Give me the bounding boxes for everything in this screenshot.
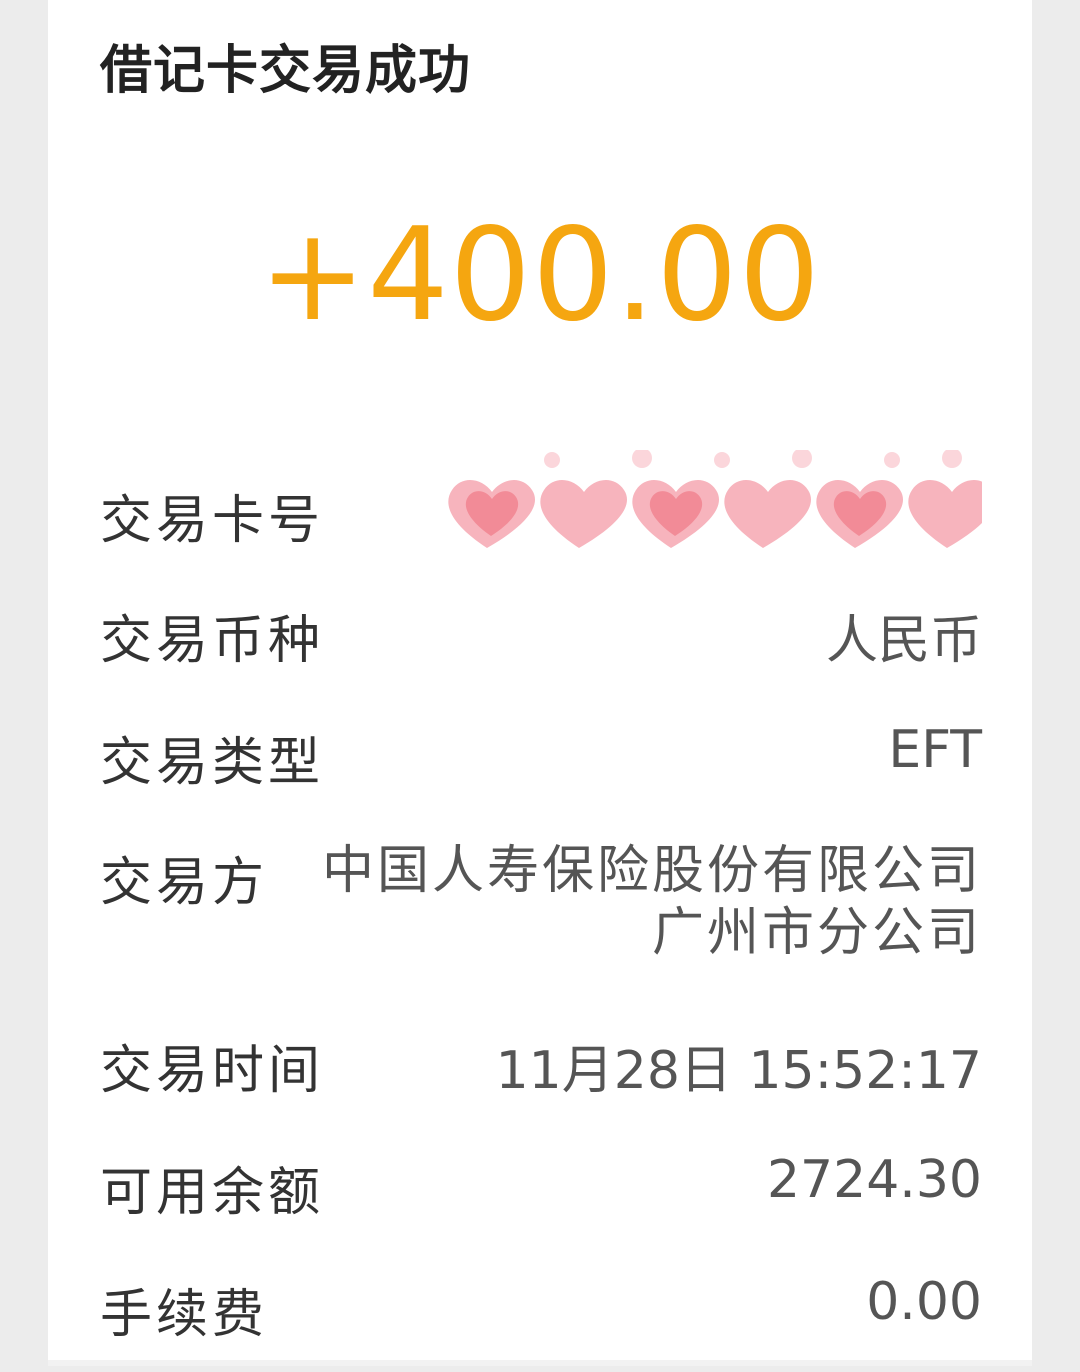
- currency-value: 人民币: [825, 611, 982, 671]
- transaction-amount: +400.00: [258, 201, 822, 350]
- transaction-detail-card: 借记卡交易成功 +400.00 交易卡号 交易币种 人民币 交易类型 EFT 交…: [48, 0, 1032, 1366]
- card-number-label: 交易卡号: [100, 491, 325, 551]
- available-balance-value: 2724.30: [766, 1150, 982, 1210]
- fee-value: 0.00: [866, 1272, 982, 1332]
- transaction-type-label: 交易类型: [100, 733, 325, 793]
- counterparty-label: 交易方: [100, 853, 269, 913]
- transaction-time-value: 11月28日 15:52:17: [495, 1041, 982, 1101]
- currency-label: 交易币种: [100, 611, 325, 671]
- transaction-time-label: 交易时间: [100, 1041, 325, 1101]
- fee-label: 手续费: [100, 1285, 269, 1345]
- counterparty-line-2: 广州市分公司: [651, 903, 982, 963]
- heart-sticker-icon: [448, 450, 982, 548]
- transaction-type-value: EFT: [888, 720, 982, 780]
- page-title: 借记卡交易成功: [100, 41, 472, 101]
- bottom-divider: [48, 1360, 1032, 1366]
- counterparty-value: 中国人寿保险股份有限公司 广州市分公司: [322, 840, 982, 964]
- available-balance-label: 可用余额: [100, 1163, 325, 1223]
- counterparty-line-1: 中国人寿保险股份有限公司: [321, 841, 982, 901]
